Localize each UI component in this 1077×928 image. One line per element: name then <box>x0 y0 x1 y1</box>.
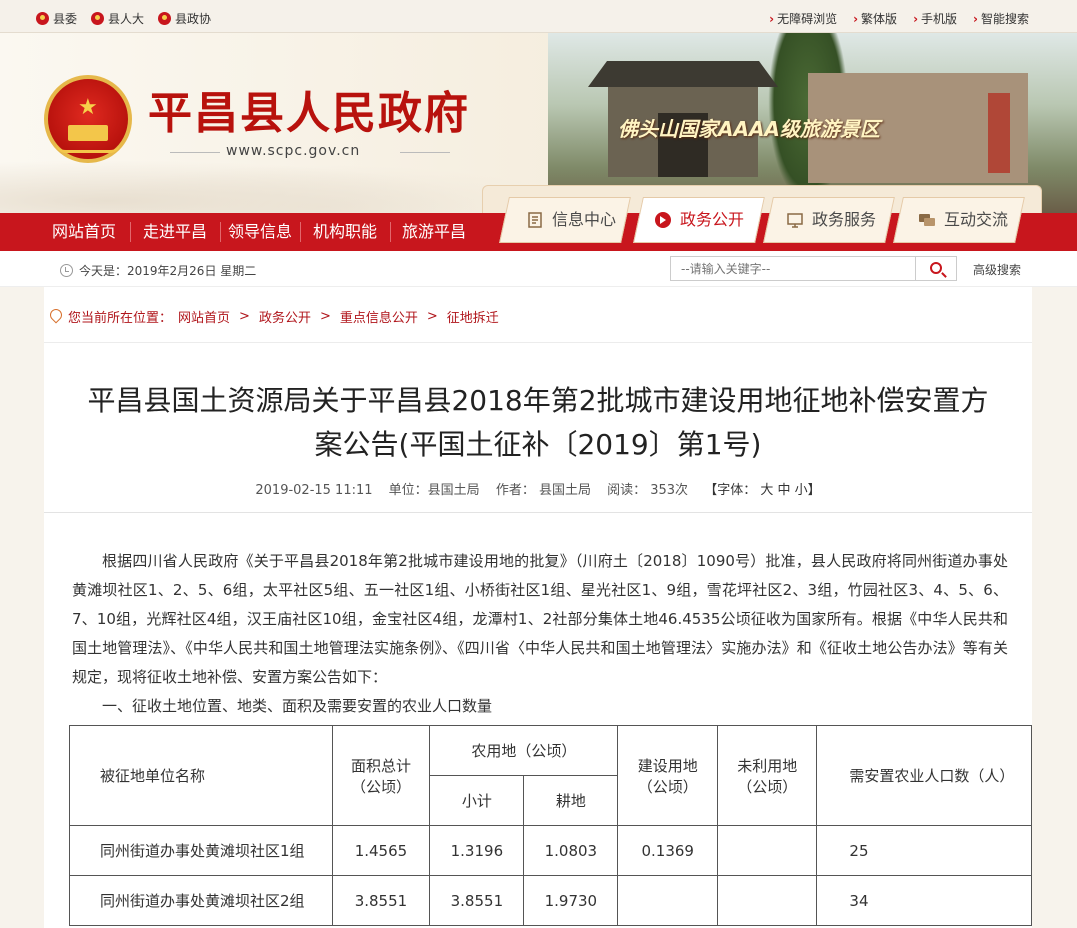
cell-unused <box>717 875 818 926</box>
breadcrumb-separator: > <box>239 309 250 324</box>
breadcrumb-land-acquisition[interactable]: 征地拆迁 <box>447 307 499 326</box>
cppcc-emblem-icon <box>158 12 172 25</box>
top-utility-bar: 县委 县人大 县政协 无障碍浏览 繁体版 手机版 智能搜索 <box>0 0 1077 33</box>
gate-roof-shape <box>588 61 778 87</box>
header-construction: 建设用地 （公顷） <box>617 725 719 826</box>
cell-total: 1.4565 <box>331 825 431 876</box>
tab-interaction[interactable]: 互动交流 <box>918 208 1008 232</box>
current-date: 今天是：2019年2月26日 星期二 <box>60 262 256 279</box>
nav-tourism[interactable]: 旅游平昌 <box>390 213 478 251</box>
cell-population: 34 <box>816 875 1032 926</box>
search-input[interactable] <box>670 256 916 281</box>
breadcrumb-separator: > <box>319 309 331 324</box>
nav-institutions[interactable]: 机构职能 <box>300 213 390 251</box>
nav-leaders[interactable]: 领导信息 <box>220 213 300 251</box>
cell-total: 3.8551 <box>331 875 431 926</box>
divider <box>400 152 450 153</box>
paragraph: 根据四川省人民政府《关于平昌县2018年第2批城市建设用地的批复》（川府土〔20… <box>72 552 1008 686</box>
party-emblem-icon <box>36 12 49 25</box>
table-row: 同州街道办事处黄滩坝社区2组 3.8551 3.8551 1.9730 34 <box>69 875 1032 926</box>
article-panel: 您当前所在位置： 网站首页 > 政务公开 > 重点信息公开 > 征地拆迁 平昌县… <box>44 287 1032 928</box>
breadcrumb-gov-affairs[interactable]: 政务公开 <box>259 307 311 326</box>
search-icon <box>930 262 942 274</box>
link-mobile[interactable]: 手机版 <box>913 10 957 27</box>
link-county-congress[interactable]: 县人大 <box>91 10 144 27</box>
divider <box>170 152 220 153</box>
link-county-cppcc[interactable]: 县政协 <box>158 10 211 27</box>
publish-datetime: 2019-02-15 11:11 <box>255 483 373 498</box>
party-links: 县委 县人大 县政协 <box>36 10 211 27</box>
cell-construction: 0.1369 <box>617 825 719 876</box>
scenic-caption: 佛头山国家AAAA级旅游景区 <box>618 117 880 141</box>
info-bar: 今天是：2019年2月26日 星期二 高级搜索 <box>0 251 1077 287</box>
cell-name: 同州街道办事处黄滩坝社区2组 <box>69 875 333 926</box>
advanced-search-link[interactable]: 高级搜索 <box>973 261 1021 278</box>
national-emblem-icon <box>91 12 105 25</box>
chat-icon <box>919 214 935 226</box>
wheat-ring-icon <box>56 143 120 153</box>
table-header-row: 被征地单位名称 面积总计 （公顷） 农用地（公顷） 建设用地 （公顷） 未利用地 （公… <box>69 725 1032 826</box>
tab-info-center[interactable]: 信息中心 <box>526 208 616 232</box>
cell-unused <box>717 825 818 876</box>
tiananmen-icon <box>68 125 108 141</box>
publish-unit: 单位：县国土局 <box>388 483 480 498</box>
tab-gov-affairs[interactable]: 政务公开 <box>654 208 744 232</box>
cell-construction <box>617 875 719 926</box>
author: 作者： 县国土局 <box>495 483 591 498</box>
link-traditional-chinese[interactable]: 繁体版 <box>853 10 897 27</box>
header-total-area: 面积总计 （公顷） <box>331 725 431 826</box>
cell-population: 25 <box>816 825 1032 876</box>
breadcrumb-home[interactable]: 网站首页 <box>178 307 230 326</box>
cell-name: 同州街道办事处黄滩坝社区1组 <box>69 825 333 876</box>
article-body: 根据四川省人民政府《关于平昌县2018年第2批城市建设用地的批复》（川府土〔20… <box>72 547 1008 692</box>
link-accessibility[interactable]: 无障碍浏览 <box>769 10 837 27</box>
cell-farmland: 1.9730 <box>523 875 619 926</box>
star-icon: ★ <box>78 95 98 120</box>
header-farmland: 耕地 <box>523 775 619 826</box>
breadcrumb-separator: > <box>426 309 438 324</box>
breadcrumb-key-info[interactable]: 重点信息公开 <box>340 307 418 326</box>
site-url: www.scpc.gov.cn <box>226 143 361 159</box>
cell-subtotal: 3.8551 <box>429 875 525 926</box>
section-heading: 一、征收土地位置、地类、面积及需要安置的农业人口数量 <box>102 697 493 715</box>
header-unused: 未利用地 （公顷） <box>717 725 818 826</box>
national-emblem-logo[interactable]: ★ <box>44 75 132 163</box>
divider <box>44 512 1032 513</box>
header-population: 需安置农业人口数（人） <box>816 725 1032 826</box>
link-smart-search[interactable]: 智能搜索 <box>973 10 1029 27</box>
header-unit-name: 被征地单位名称 <box>69 725 333 826</box>
cell-subtotal: 1.3196 <box>429 825 525 876</box>
read-count: 阅读： 353次 <box>607 483 689 498</box>
link-county-committee[interactable]: 县委 <box>36 10 77 27</box>
nav-about-pingchang[interactable]: 走进平昌 <box>130 213 220 251</box>
breadcrumb-prefix: 您当前所在位置： <box>68 311 173 326</box>
location-pin-icon <box>50 309 62 324</box>
clock-icon <box>60 264 73 277</box>
site-title[interactable]: 平昌县人民政府 <box>148 77 470 141</box>
table-row: 同州街道办事处黄滩坝社区1组 1.4565 1.3196 1.0803 0.13… <box>69 825 1032 876</box>
monitor-icon <box>787 213 803 228</box>
header-agri-land: 农用地（公顷） <box>429 725 619 776</box>
nav-home[interactable]: 网站首页 <box>38 213 130 251</box>
header-subtotal: 小计 <box>429 775 525 826</box>
article-title: 平昌县国土资源局关于平昌县2018年第2批城市建设用地征地补偿安置方 案公告(平… <box>87 384 989 461</box>
breadcrumb: 您当前所在位置： 网站首页 > 政务公开 > 重点信息公开 > 征地拆迁 <box>44 287 1032 343</box>
tab-gov-services[interactable]: 政务服务 <box>786 208 876 232</box>
cell-farmland: 1.0803 <box>523 825 619 876</box>
document-icon <box>528 212 542 228</box>
arrow-circle-icon <box>655 212 671 228</box>
font-size-controls[interactable]: 【字体： 大 中 小】 <box>704 483 820 498</box>
article-meta: 2019-02-15 11:11 单位：县国土局 作者： 县国土局 阅读： 35… <box>44 479 1032 498</box>
search-button[interactable] <box>915 256 957 281</box>
land-table: 被征地单位名称 面积总计 （公顷） 农用地（公顷） 建设用地 （公顷） 未利用地 （公… <box>69 725 1032 926</box>
utility-links: 无障碍浏览 繁体版 手机版 智能搜索 <box>769 10 1029 27</box>
